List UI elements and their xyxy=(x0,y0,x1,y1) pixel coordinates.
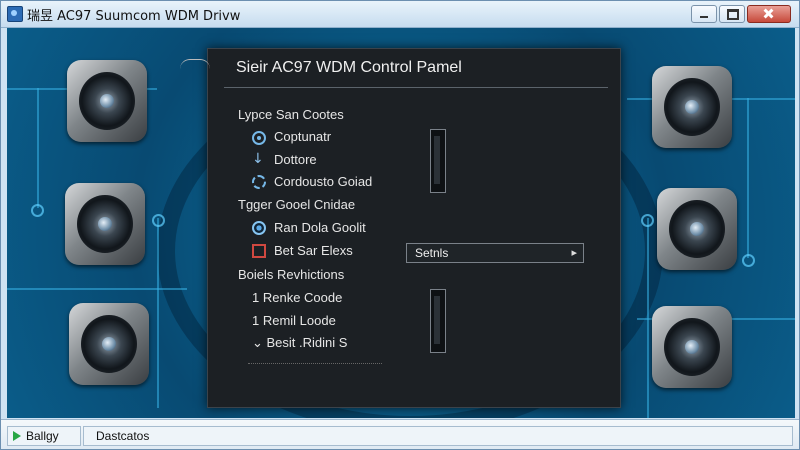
level-slider[interactable] xyxy=(430,289,446,353)
disc-icon xyxy=(252,131,266,145)
option-item[interactable]: ⌄ Besit .Ridini S xyxy=(252,335,347,351)
down-arrow-icon: ↓ xyxy=(252,151,264,167)
speaker-icon xyxy=(652,66,732,148)
maximize-button[interactable] xyxy=(719,5,745,23)
minimize-button[interactable] xyxy=(691,5,717,23)
speaker-icon xyxy=(69,303,149,385)
circuit-node xyxy=(742,254,755,267)
dropdown-value: Setnls xyxy=(415,246,449,260)
circuit-trace xyxy=(7,288,187,290)
chevron-right-icon: ▸ xyxy=(571,246,577,259)
option-item[interactable]: Dottore xyxy=(274,152,317,167)
control-panel: Sieir AC97 WDM Control Pamel Lypce San C… xyxy=(180,48,621,408)
circuit-trace xyxy=(647,218,649,418)
radio-icon[interactable] xyxy=(252,221,266,235)
speaker-icon xyxy=(65,183,145,265)
status-segment-right: Dastcatos xyxy=(83,426,793,446)
circuit-trace xyxy=(747,98,749,258)
circuit-trace xyxy=(157,218,159,408)
speaker-icon xyxy=(657,188,737,270)
circuit-node xyxy=(152,214,165,227)
red-box-icon xyxy=(252,244,266,258)
status-bar: Ballgy Dastcatos xyxy=(1,419,799,449)
panel-title: Sieir AC97 WDM Control Pamel xyxy=(236,59,462,76)
cable-decoration xyxy=(180,59,210,72)
circuit-trace xyxy=(37,88,39,208)
section-header: Boiels Revhictions xyxy=(238,267,345,282)
section-header: Lypce San Cootes xyxy=(238,107,344,122)
cog-icon xyxy=(252,175,266,189)
divider xyxy=(224,87,608,88)
window-controls xyxy=(691,5,791,23)
circuit-node xyxy=(641,214,654,227)
circuit-node xyxy=(31,204,44,217)
status-segment-left[interactable]: Ballgy xyxy=(7,426,81,446)
speaker-icon xyxy=(67,60,147,142)
close-button[interactable] xyxy=(747,5,791,23)
settings-dropdown[interactable]: Setnls ▸ xyxy=(406,243,584,263)
option-item[interactable]: Cordousto Goiad xyxy=(274,174,372,189)
title-bar: 瑞昱 AC97 Suumcom WDM Drivw xyxy=(1,1,799,28)
app-window: 瑞昱 AC97 Suumcom WDM Drivw Sieir AC97 WDM… xyxy=(0,0,800,450)
option-item[interactable]: 1 Renke Coode xyxy=(252,290,342,305)
option-item[interactable]: 1 Remil Loode xyxy=(252,313,336,328)
window-title: 瑞昱 AC97 Suumcom WDM Drivw xyxy=(27,9,241,24)
option-item[interactable]: Coptunatr xyxy=(274,129,331,144)
app-icon xyxy=(7,6,23,22)
option-item[interactable]: Bet Sar Elexs xyxy=(274,243,353,258)
divider xyxy=(248,363,382,364)
status-right-text: Dastcatos xyxy=(96,429,150,443)
status-left-text: Ballgy xyxy=(26,429,59,443)
speaker-icon xyxy=(652,306,732,388)
play-icon xyxy=(13,431,21,441)
volume-slider[interactable] xyxy=(430,129,446,193)
background-circuit: Sieir AC97 WDM Control Pamel Lypce San C… xyxy=(7,28,795,418)
section-header: Tgger Gooel Cnidae xyxy=(238,197,356,212)
option-item[interactable]: Ran Dola Goolit xyxy=(274,220,366,235)
